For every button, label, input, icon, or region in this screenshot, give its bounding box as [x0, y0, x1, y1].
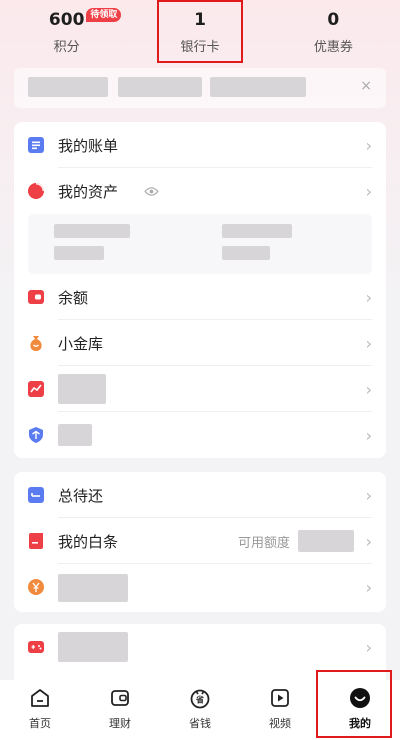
coupon-icon: 省 — [190, 689, 210, 709]
tab-wealth[interactable]: 理财 — [80, 680, 160, 740]
trend-chart-icon — [28, 381, 44, 397]
redacted-text — [118, 77, 202, 97]
points-value: 600 待领取 — [49, 8, 122, 30]
profile-tab-highlight — [316, 670, 392, 738]
close-icon[interactable]: × — [360, 78, 372, 94]
baitiao-row[interactable]: 我的白条 可用额度 › — [14, 518, 386, 564]
points-badge: 待领取 — [86, 8, 122, 22]
credit-card-section: 总待还 › 我的白条 可用额度 › › — [14, 472, 386, 612]
chevron-right-icon: › — [365, 379, 372, 399]
redacted-text — [28, 77, 108, 97]
redacted-label — [58, 374, 106, 404]
pie-chart-icon — [28, 183, 44, 199]
redacted-label — [58, 574, 128, 602]
coupon-label: 优惠券 — [313, 40, 353, 55]
eye-icon[interactable] — [144, 186, 159, 197]
promo-banner[interactable]: × — [14, 68, 386, 108]
svg-text:省: 省 — [195, 695, 204, 705]
chevron-right-icon: › — [365, 333, 372, 353]
tab-home[interactable]: 首页 — [0, 680, 80, 740]
points-label: 积分 — [53, 40, 80, 55]
assets-card: 我的账单 › 我的资产 › 余额 › 小金库 › › › — [14, 122, 386, 458]
tab-savings[interactable]: 省 省钱 — [160, 680, 240, 740]
vault-label: 小金库 — [58, 334, 104, 353]
chevron-right-icon: › — [365, 425, 372, 445]
chevron-right-icon: › — [365, 531, 372, 551]
wallet-icon — [28, 290, 44, 304]
loan-row[interactable]: › — [14, 564, 386, 610]
available-credit-text: 可用额度 — [237, 535, 290, 551]
tab-wealth-label: 理财 — [109, 717, 131, 730]
insurance-row[interactable]: › — [14, 412, 386, 458]
repay-icon — [28, 487, 44, 503]
gamepad-icon — [28, 641, 44, 653]
chevron-right-icon: › — [365, 485, 372, 505]
redacted-value — [54, 224, 130, 238]
redacted-value — [222, 246, 270, 260]
video-icon — [271, 689, 289, 707]
trend-row[interactable]: › — [14, 366, 386, 412]
tab-home-label: 首页 — [29, 717, 51, 730]
asset-summary-box[interactable] — [28, 214, 372, 274]
credit-note-icon — [29, 533, 43, 549]
pay-later-row[interactable]: 总待还 › — [14, 472, 386, 518]
vault-row[interactable]: 小金库 › — [14, 320, 386, 366]
pay-later-label: 总待还 — [58, 486, 104, 505]
redacted-value — [54, 246, 104, 260]
tab-video-label: 视频 — [269, 717, 291, 730]
wallet-icon — [111, 690, 129, 706]
assets-row[interactable]: 我的资产 › — [14, 168, 386, 214]
redacted-value — [222, 224, 292, 238]
home-icon — [31, 689, 49, 707]
games-row[interactable]: › — [14, 624, 386, 670]
redacted-value — [298, 530, 354, 552]
redacted-label — [58, 632, 128, 662]
chevron-right-icon: › — [365, 181, 372, 201]
tab-savings-label: 省钱 — [189, 717, 211, 730]
balance-row[interactable]: 余额 › — [14, 274, 386, 320]
shield-icon — [29, 427, 43, 443]
points-stat[interactable]: 600 待领取 积分 — [0, 0, 133, 64]
chevron-right-icon: › — [365, 577, 372, 597]
chevron-right-icon: › — [365, 287, 372, 307]
bill-icon — [28, 137, 44, 153]
chevron-right-icon: › — [365, 637, 372, 657]
tab-video[interactable]: 视频 — [240, 680, 320, 740]
chevron-right-icon: › — [365, 135, 372, 155]
bill-label: 我的账单 — [58, 136, 119, 155]
redacted-text — [210, 77, 306, 97]
yuan-coin-icon — [28, 579, 44, 595]
coupon-value: 0 — [327, 10, 340, 30]
bank-card-highlight — [157, 0, 243, 63]
redacted-label — [58, 424, 92, 446]
money-bag-icon — [30, 336, 42, 351]
balance-label: 余额 — [58, 288, 89, 307]
baitiao-label: 我的白条 — [58, 532, 119, 551]
bill-row[interactable]: 我的账单 › — [14, 122, 386, 168]
coupon-stat[interactable]: 0 优惠券 — [267, 0, 400, 64]
assets-label: 我的资产 — [58, 182, 119, 201]
